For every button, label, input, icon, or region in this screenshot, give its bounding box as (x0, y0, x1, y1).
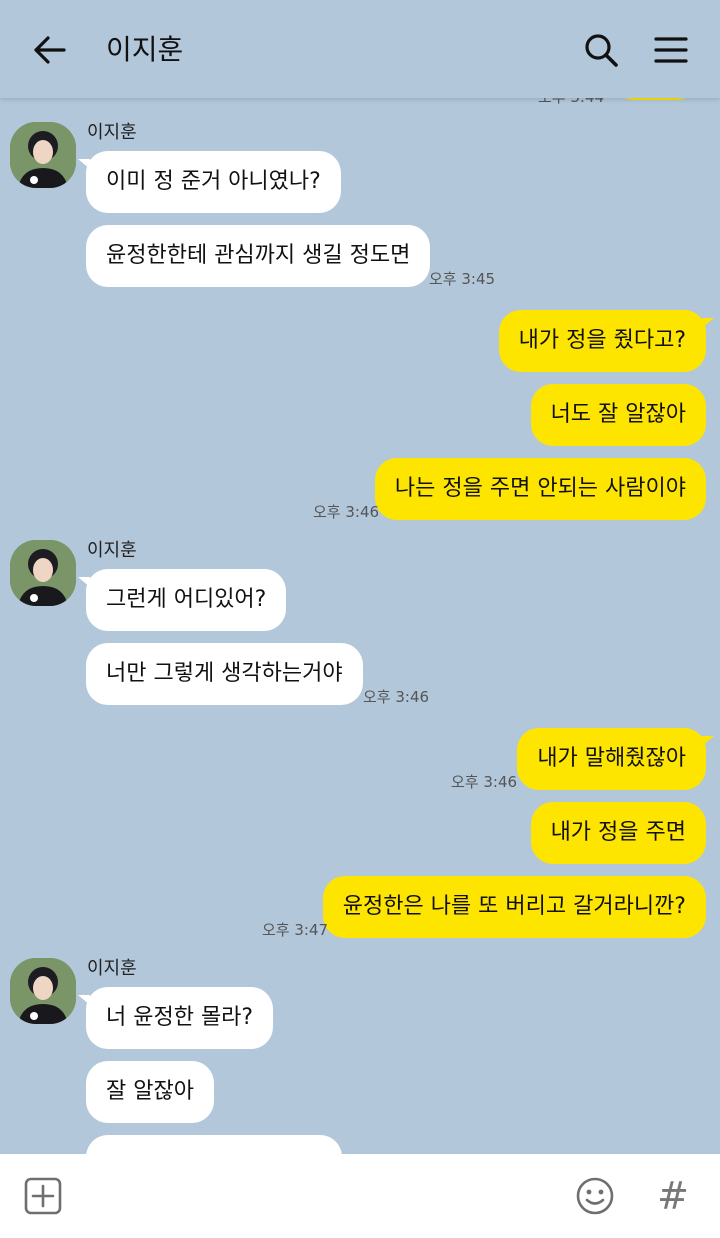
avatar[interactable] (10, 122, 76, 188)
message-time: 오후 3:45 (429, 270, 496, 288)
chat-header: 이지훈 (0, 0, 720, 98)
outgoing-message-bubble: 윤정한은 나를 또 버리고 갈거라니깐? (322, 876, 706, 938)
message-time: 오후 3:44 (538, 98, 604, 106)
incoming-message-bubble: 윤정한한테 관심까지 생길 정도면 (86, 225, 431, 287)
incoming-message-bubble: 그런게 어디있어? (77, 569, 287, 631)
search-icon[interactable] (576, 25, 626, 75)
chat-title: 이지훈 (106, 33, 184, 66)
outgoing-message-bubble (612, 98, 698, 100)
message-list[interactable]: 오후 3:44 이지훈 이미 정 준거 아니였나? 윤정한한테 관심까지 생길 … (0, 98, 720, 1154)
hamburger-menu-icon[interactable] (646, 25, 696, 75)
incoming-message-bubble: 너 윤정한 몰라? (77, 987, 274, 1049)
outgoing-message-bubble: 내가 정을 주면 (530, 802, 706, 864)
outgoing-message-bubble: 나는 정을 주면 안되는 사람이야 (374, 458, 706, 520)
input-bar: # (0, 1154, 720, 1238)
avatar[interactable] (10, 540, 76, 606)
sender-name: 이지훈 (87, 122, 137, 143)
sender-name: 이지훈 (87, 540, 137, 561)
emoji-icon[interactable] (570, 1171, 620, 1221)
incoming-message-bubble: 너만 그렇게 생각하는거야 (86, 643, 363, 705)
avatar[interactable] (10, 958, 76, 1024)
message-time: 오후 3:46 (451, 773, 518, 791)
outgoing-message-bubble: 너도 잘 알잖아 (530, 384, 706, 446)
outgoing-message-bubble: 내가 정을 줬다고? (498, 310, 715, 372)
incoming-message-bubble: 잘 알잖아 (86, 1061, 214, 1123)
plus-icon[interactable] (18, 1171, 68, 1221)
message-time: 오후 3:47 (262, 921, 329, 939)
incoming-message-bubble (86, 1135, 342, 1154)
hash-icon[interactable]: # (648, 1171, 698, 1221)
back-arrow-icon[interactable] (24, 25, 74, 75)
message-time: 오후 3:46 (363, 688, 430, 706)
outgoing-message-bubble: 내가 말해줬잖아 (517, 728, 714, 790)
incoming-message-bubble: 이미 정 준거 아니였나? (78, 151, 341, 213)
message-time: 오후 3:46 (313, 503, 380, 521)
sender-name: 이지훈 (87, 958, 137, 979)
